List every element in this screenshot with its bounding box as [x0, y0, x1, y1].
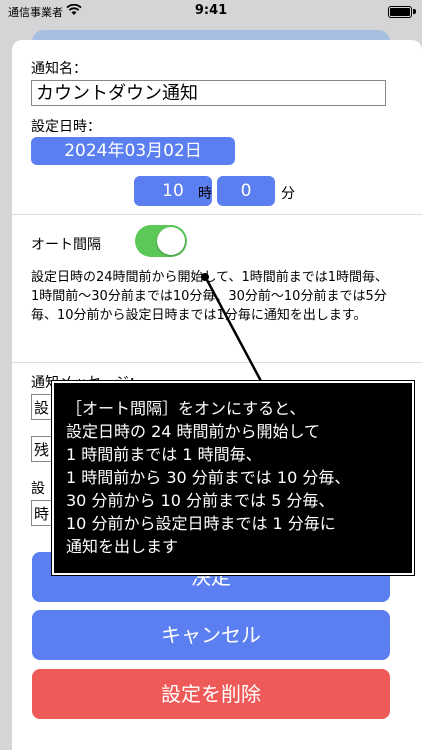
tooltip-pointer-line — [201, 273, 264, 384]
help-tooltip: ［オート間隔］をオンにすると、 設定日時の 24 時間前から開始して 1 時間前… — [51, 380, 415, 576]
tooltip-text: ［オート間隔］をオンにすると、 設定日時の 24 時間前から開始して 1 時間前… — [66, 399, 351, 556]
